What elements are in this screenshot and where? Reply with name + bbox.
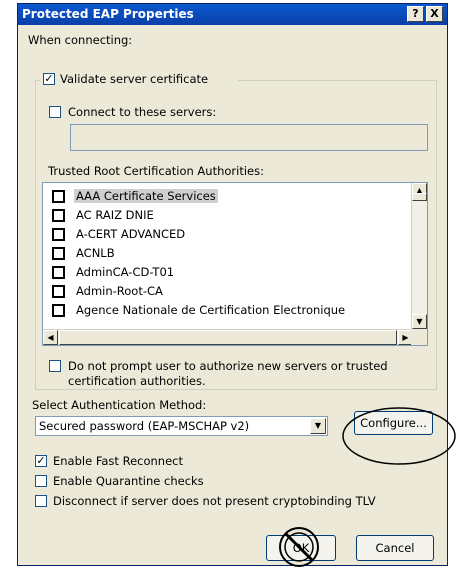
configure-highlight-circle — [342, 407, 456, 465]
prohibited-icon — [279, 527, 319, 567]
annotation-overlay — [279, 407, 456, 567]
